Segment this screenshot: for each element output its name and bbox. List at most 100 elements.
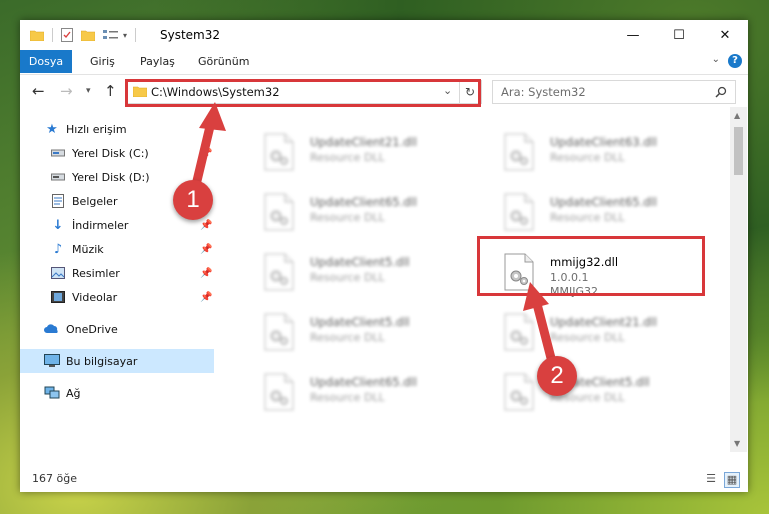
- file-name: UpdateClient5.dll: [310, 255, 410, 269]
- documents-icon: [50, 193, 66, 209]
- pin-icon[interactable]: 📌: [200, 268, 212, 279]
- tab-home[interactable]: Giriş: [82, 50, 123, 73]
- status-bar: 167 öğe ☰ ▦: [20, 468, 748, 492]
- file-highlight-box: [477, 236, 705, 296]
- search-input[interactable]: Ara: System32: [501, 85, 586, 99]
- sidebar-item-onedrive[interactable]: OneDrive: [20, 317, 214, 341]
- sidebar-item-local-disk-c[interactable]: Yerel Disk (C:) 📌: [20, 141, 214, 165]
- new-folder-icon[interactable]: [81, 29, 95, 41]
- sidebar-item-label: Videolar: [72, 290, 118, 304]
- vertical-scrollbar[interactable]: ▲ ▼: [730, 107, 747, 452]
- sidebar-item-label: Hızlı erişim: [66, 122, 127, 136]
- navigation-pane: ★ Hızlı erişim Yerel Disk (C:) 📌 Yerel D…: [20, 107, 214, 452]
- star-icon: ★: [46, 121, 58, 137]
- cloud-icon: [44, 321, 60, 337]
- properties-icon[interactable]: [61, 28, 73, 42]
- file-tile[interactable]: UpdateClient65.dll Resource DLL: [252, 367, 482, 421]
- up-button[interactable]: ↑: [104, 82, 117, 100]
- file-tile[interactable]: UpdateClient21.dll Resource DLL: [252, 127, 482, 181]
- file-name: UpdateClient65.dll: [310, 195, 417, 209]
- maximize-icon: ☐: [673, 27, 685, 43]
- pin-icon[interactable]: 📌: [200, 148, 212, 159]
- search-box[interactable]: Ara: System32: [492, 80, 736, 104]
- dll-file-icon: [504, 373, 534, 411]
- dll-file-icon: [504, 193, 534, 231]
- details-view-icon[interactable]: ☰: [704, 472, 718, 486]
- file-name: UpdateClient65.dll: [550, 195, 657, 209]
- recent-locations-icon[interactable]: ▾: [86, 86, 91, 96]
- sidebar-item-label: Yerel Disk (D:): [72, 170, 150, 184]
- sidebar-item-label: Müzik: [72, 242, 104, 256]
- sidebar-item-music[interactable]: ♪ Müzik 📌: [20, 237, 214, 261]
- tab-view[interactable]: Görünüm: [190, 50, 257, 73]
- dropdown-arrow-icon[interactable]: ▾: [123, 31, 127, 40]
- back-button[interactable]: ←: [32, 82, 45, 100]
- forward-button[interactable]: →: [60, 82, 73, 100]
- file-tile[interactable]: UpdateClient65.dll Resource DLL: [252, 187, 482, 241]
- help-button[interactable]: ?: [728, 54, 742, 68]
- pictures-icon: [50, 265, 66, 281]
- title-bar: ▾ System32 — ☐ ✕: [20, 20, 748, 50]
- drive-icon: [50, 169, 66, 185]
- download-icon: ↓: [52, 217, 64, 233]
- file-tile[interactable]: UpdateClient21.dll Resource DLL: [492, 307, 722, 361]
- file-tile[interactable]: UpdateClient5.dll Resource DLL: [252, 247, 482, 301]
- minimize-button[interactable]: —: [610, 20, 656, 50]
- pin-icon[interactable]: 📌: [200, 292, 212, 303]
- file-name: UpdateClient63.dll: [550, 135, 657, 149]
- sidebar-item-quick-access[interactable]: ★ Hızlı erişim: [20, 117, 214, 141]
- dll-file-icon: [504, 313, 534, 351]
- tab-file[interactable]: Dosya: [20, 50, 72, 73]
- file-description: Resource DLL: [310, 391, 385, 404]
- videos-icon: [50, 289, 66, 305]
- sidebar-item-this-pc[interactable]: Bu bilgisayar: [20, 349, 214, 373]
- close-button[interactable]: ✕: [702, 20, 748, 50]
- callout-badge-1: 1: [173, 180, 213, 220]
- file-description: Resource DLL: [310, 331, 385, 344]
- scroll-down-icon[interactable]: ▼: [734, 439, 740, 448]
- file-description: Resource DLL: [550, 331, 625, 344]
- file-tile[interactable]: UpdateClient65.dll Resource DLL: [492, 187, 722, 241]
- file-description: Resource DLL: [310, 151, 385, 164]
- computer-icon: [44, 353, 60, 369]
- quick-access-toolbar: ▾: [30, 27, 137, 43]
- sidebar-item-videos[interactable]: Videolar 📌: [20, 285, 214, 309]
- dll-file-icon: [504, 133, 534, 171]
- search-icon[interactable]: [715, 86, 727, 98]
- file-description: Resource DLL: [310, 271, 385, 284]
- file-name: UpdateClient21.dll: [550, 315, 657, 329]
- folder-icon[interactable]: [30, 29, 44, 41]
- sidebar-item-label: Yerel Disk (C:): [72, 146, 149, 160]
- sidebar-item-network[interactable]: Ağ: [20, 381, 214, 405]
- music-icon: ♪: [53, 241, 63, 257]
- file-name: UpdateClient21.dll: [310, 135, 417, 149]
- file-name: UpdateClient65.dll: [310, 375, 417, 389]
- pin-icon[interactable]: 📌: [200, 220, 212, 231]
- customize-toolbar-icon[interactable]: [103, 29, 119, 41]
- tab-share[interactable]: Paylaş: [132, 50, 183, 73]
- ribbon-expand-icon[interactable]: ⌄: [712, 54, 720, 65]
- file-name: UpdateClient5.dll: [310, 315, 410, 329]
- scroll-up-icon[interactable]: ▲: [734, 111, 740, 120]
- file-description: Resource DLL: [550, 151, 625, 164]
- file-description: Resource DLL: [550, 211, 625, 224]
- sidebar-item-label: Ağ: [66, 386, 81, 400]
- address-highlight-box: [125, 79, 481, 107]
- file-tile[interactable]: UpdateClient5.dll Resource DLL: [492, 367, 722, 421]
- pin-icon[interactable]: 📌: [200, 244, 212, 255]
- sidebar-item-label: Resimler: [72, 266, 120, 280]
- dll-file-icon: [264, 133, 294, 171]
- drive-icon: [50, 145, 66, 161]
- tiles-view-icon[interactable]: ▦: [724, 472, 740, 488]
- minimize-icon: —: [626, 27, 640, 43]
- file-tile[interactable]: UpdateClient63.dll Resource DLL: [492, 127, 722, 181]
- dll-file-icon: [264, 313, 294, 351]
- file-tile[interactable]: UpdateClient5.dll Resource DLL: [252, 307, 482, 361]
- sidebar-item-pictures[interactable]: Resimler 📌: [20, 261, 214, 285]
- ribbon-tabs: Dosya Giriş Paylaş Görünüm ⌄ ?: [20, 50, 748, 75]
- maximize-button[interactable]: ☐: [656, 20, 702, 50]
- dll-file-icon: [264, 193, 294, 231]
- scrollbar-thumb[interactable]: [734, 127, 743, 175]
- window-title: System32: [160, 28, 221, 42]
- network-icon: [44, 385, 60, 401]
